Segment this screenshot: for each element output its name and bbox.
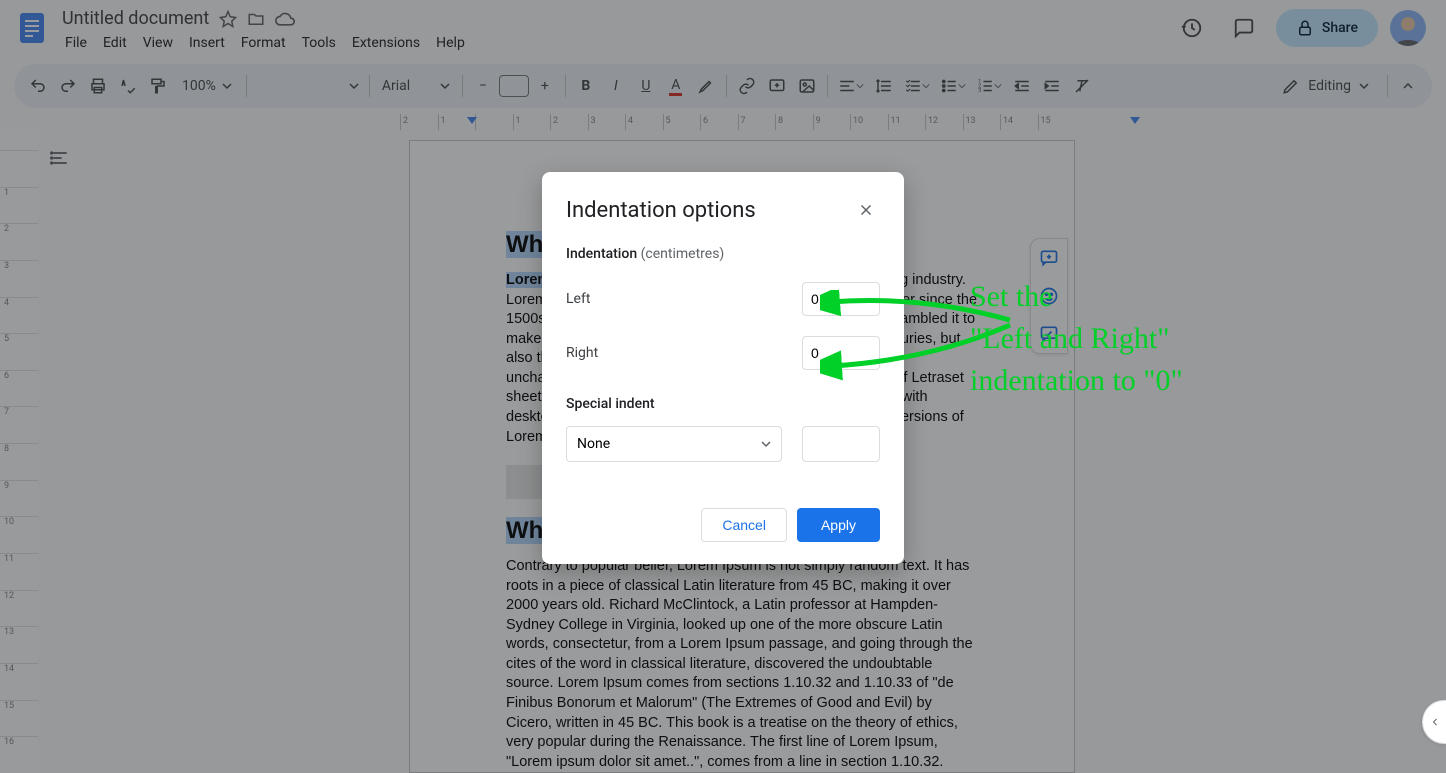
special-indent-value-input[interactable] <box>802 426 880 462</box>
right-indent-input[interactable] <box>802 336 880 370</box>
dialog-close-button[interactable] <box>852 196 880 224</box>
left-indent-input[interactable] <box>802 282 880 316</box>
right-indent-label: Right <box>566 345 598 361</box>
left-indent-label: Left <box>566 291 590 307</box>
cancel-button[interactable]: Cancel <box>701 508 787 542</box>
special-indent-label: Special indent <box>566 396 880 412</box>
indentation-options-dialog: Indentation options Indentation (centime… <box>542 172 904 564</box>
close-icon <box>857 201 875 219</box>
chevron-down-icon <box>761 439 771 449</box>
indentation-section-label: Indentation (centimetres) <box>566 246 880 262</box>
special-indent-dropdown[interactable]: None <box>566 426 782 462</box>
dialog-title: Indentation options <box>566 198 756 223</box>
apply-button[interactable]: Apply <box>797 508 880 542</box>
